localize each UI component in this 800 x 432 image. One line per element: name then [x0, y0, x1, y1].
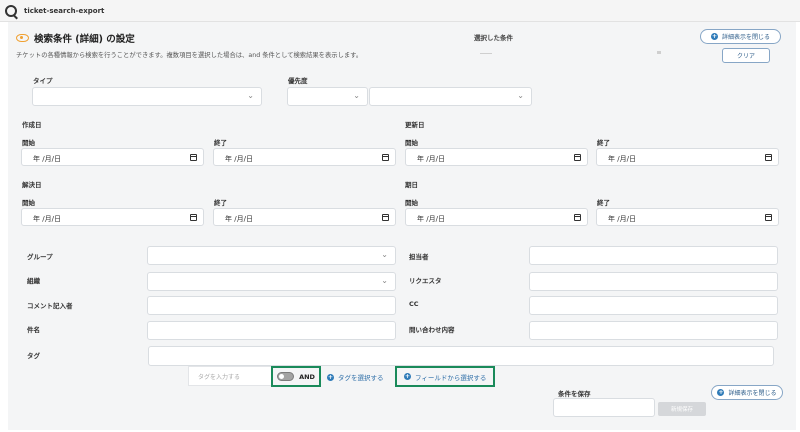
resolved-start-date-input[interactable]: 年 /月/日	[21, 208, 204, 226]
collapse-details-button-top[interactable]: + 詳細表示を閉じる	[700, 29, 781, 44]
inquiry-input[interactable]	[529, 321, 778, 340]
due-date-label: 期日	[405, 181, 418, 189]
created-end-label: 終了	[214, 139, 227, 147]
type-select[interactable]	[32, 87, 262, 106]
date-placeholder: 年 /月/日	[608, 215, 636, 223]
calendar-icon[interactable]	[190, 214, 197, 221]
tag-input-placeholder: タグを入力する	[198, 374, 241, 381]
due-end-label: 終了	[597, 199, 610, 207]
group-select[interactable]	[147, 246, 396, 265]
calendar-icon[interactable]	[574, 154, 581, 161]
priority-label: 優先度	[288, 77, 308, 85]
priority-operator-select[interactable]	[287, 87, 368, 106]
calendar-icon[interactable]	[574, 214, 581, 221]
cc-input[interactable]	[529, 296, 778, 315]
assignee-label: 担当者	[409, 253, 429, 261]
select-from-field-link[interactable]: + フィールドから選択する	[404, 372, 486, 382]
requester-label: リクエスタ	[409, 277, 442, 285]
resolved-date-label: 解決日	[22, 181, 42, 189]
save-name-input[interactable]	[553, 398, 655, 417]
plus-icon: +	[710, 33, 718, 40]
updated-end-label: 終了	[597, 139, 610, 147]
commenter-label: コメント記入者	[27, 302, 73, 310]
date-placeholder: 年 /月/日	[417, 215, 445, 223]
tag-label: タグ	[27, 352, 40, 360]
updated-start-label: 開始	[405, 139, 418, 147]
commenter-input[interactable]	[147, 296, 396, 315]
date-placeholder: 年 /月/日	[33, 155, 61, 163]
eye-icon	[16, 34, 29, 42]
resolved-end-date-input[interactable]: 年 /月/日	[213, 208, 396, 226]
and-toggle-highlight: AND	[271, 366, 321, 387]
updated-start-date-input[interactable]: 年 /月/日	[405, 148, 588, 166]
title-bar: ticket-search-export	[0, 0, 800, 22]
date-placeholder: 年 /月/日	[33, 215, 61, 223]
date-placeholder: 年 /月/日	[225, 155, 253, 163]
collapse-details-label: 詳細表示を閉じる	[721, 34, 770, 41]
type-label: タイプ	[33, 77, 53, 85]
calendar-icon[interactable]	[765, 154, 772, 161]
assignee-input[interactable]	[529, 246, 778, 265]
calendar-icon[interactable]	[190, 154, 197, 161]
plus-icon: +	[717, 389, 725, 396]
cc-label: CC	[409, 300, 419, 308]
subject-label: 件名	[27, 326, 40, 334]
due-start-label: 開始	[405, 199, 418, 207]
and-toggle-label: AND	[299, 372, 315, 381]
clear-button-label: クリア	[736, 53, 755, 60]
due-end-date-input[interactable]: 年 /月/日	[596, 208, 779, 226]
collapse-details-bottom-label: 詳細表示を閉じる	[728, 390, 777, 397]
search-logo-icon	[5, 4, 17, 17]
tag-selected-area[interactable]	[148, 346, 774, 366]
subject-input[interactable]	[147, 321, 396, 340]
save-conditions-label: 条件を保存	[558, 390, 591, 398]
selected-conditions-divider	[480, 53, 492, 54]
and-toggle-switch[interactable]	[277, 372, 295, 381]
group-label: グループ	[27, 253, 53, 261]
resolved-end-label: 終了	[214, 199, 227, 207]
priority-value-select[interactable]	[369, 87, 532, 106]
plus-icon: +	[404, 373, 411, 380]
requester-input[interactable]	[529, 272, 778, 291]
clear-button[interactable]: クリア	[722, 48, 770, 63]
select-from-field-link-label: フィールドから選択する	[415, 373, 487, 382]
selected-conditions-divider-end	[657, 51, 661, 54]
save-new-button[interactable]: 新規保存	[658, 402, 706, 416]
updated-end-date-input[interactable]: 年 /月/日	[596, 148, 779, 166]
organization-label: 組織	[27, 277, 40, 285]
calendar-icon[interactable]	[765, 214, 772, 221]
panel-description: チケットの各種情報から検索を行うことができます。複数項目を選択した場合は、and…	[16, 52, 363, 59]
select-from-field-highlight: + フィールドから選択する	[395, 366, 495, 387]
select-tags-link[interactable]: + タグを選択する	[327, 372, 384, 382]
created-date-label: 作成日	[22, 121, 42, 129]
date-placeholder: 年 /月/日	[225, 215, 253, 223]
created-start-date-input[interactable]: 年 /月/日	[21, 148, 204, 166]
search-conditions-panel: 検索条件 (詳細) の設定 チケットの各種情報から検索を行うことができます。複数…	[8, 22, 796, 430]
calendar-icon[interactable]	[382, 154, 389, 161]
resolved-start-label: 開始	[22, 199, 35, 207]
updated-date-label: 更新日	[405, 121, 425, 129]
panel-heading: 検索条件 (詳細) の設定	[16, 31, 135, 45]
created-start-label: 開始	[22, 139, 35, 147]
due-start-date-input[interactable]: 年 /月/日	[405, 208, 588, 226]
organization-select[interactable]	[147, 272, 396, 291]
inquiry-label: 問い合わせ内容	[409, 326, 455, 334]
tag-input[interactable]: タグを入力する	[188, 366, 272, 386]
select-tags-link-label: タグを選択する	[338, 374, 384, 382]
calendar-icon[interactable]	[382, 214, 389, 221]
collapse-details-button-bottom[interactable]: + 詳細表示を閉じる	[711, 385, 783, 400]
app-title: ticket-search-export	[24, 6, 105, 15]
date-placeholder: 年 /月/日	[417, 155, 445, 163]
panel-heading-text: 検索条件 (詳細) の設定	[34, 34, 135, 45]
save-new-button-label: 新規保存	[670, 407, 693, 413]
date-placeholder: 年 /月/日	[608, 155, 636, 163]
selected-conditions-label: 選択した条件	[474, 34, 513, 42]
plus-icon: +	[327, 373, 334, 381]
created-end-date-input[interactable]: 年 /月/日	[213, 148, 396, 166]
